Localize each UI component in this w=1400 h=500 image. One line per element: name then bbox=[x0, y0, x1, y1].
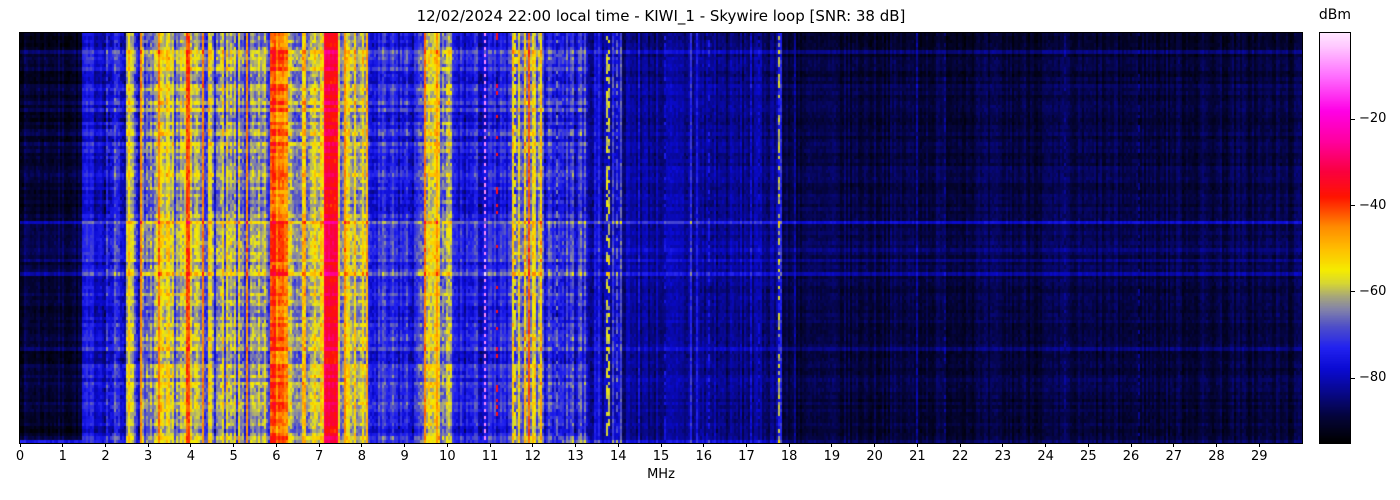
x-tick-label: 29 bbox=[1250, 449, 1268, 464]
x-tick-mark bbox=[874, 443, 876, 447]
x-tick-mark bbox=[1130, 443, 1132, 447]
x-tick-label: 12 bbox=[524, 449, 542, 464]
spectrogram-plot bbox=[19, 32, 1303, 444]
x-tick-label: 24 bbox=[1037, 449, 1054, 464]
x-tick-label: 21 bbox=[909, 449, 926, 464]
spectrogram-figure: 12/02/2024 22:00 local time - KIWI_1 - S… bbox=[0, 0, 1400, 500]
colorbar-tick-label: −20 bbox=[1359, 111, 1387, 127]
x-tick-mark bbox=[19, 443, 21, 447]
x-tick-label: 15 bbox=[652, 449, 670, 464]
x-tick-mark bbox=[361, 443, 363, 447]
x-tick-label: 20 bbox=[866, 449, 883, 464]
x-tick-label: 17 bbox=[738, 449, 755, 464]
x-tick-mark bbox=[532, 443, 534, 447]
x-tick-label: 23 bbox=[994, 449, 1012, 464]
x-tick-mark bbox=[1216, 443, 1218, 447]
x-tick-label: 28 bbox=[1208, 449, 1225, 464]
colorbar-tick-mark bbox=[1351, 205, 1355, 207]
x-tick-label: 13 bbox=[567, 449, 584, 464]
x-tick-mark bbox=[703, 443, 705, 447]
chart-title: 12/02/2024 22:00 local time - KIWI_1 - S… bbox=[416, 7, 906, 25]
colorbar-gradient-canvas bbox=[1320, 33, 1350, 443]
colorbar-tick-mark bbox=[1351, 377, 1355, 379]
colorbar-tick-label: −80 bbox=[1359, 370, 1387, 386]
x-tick-label: 25 bbox=[1080, 449, 1097, 464]
x-tick-label: 2 bbox=[101, 449, 110, 464]
colorbar-tick-mark bbox=[1351, 118, 1355, 120]
x-tick-mark bbox=[575, 443, 577, 447]
x-tick-mark bbox=[233, 443, 235, 447]
x-tick-mark bbox=[489, 443, 491, 447]
x-tick-label: 9 bbox=[400, 449, 409, 464]
x-tick-label: 3 bbox=[144, 449, 153, 464]
x-tick-label: 18 bbox=[780, 449, 798, 464]
x-tick-label: 0 bbox=[15, 449, 25, 464]
x-tick-label: 10 bbox=[439, 449, 456, 464]
x-tick-label: 26 bbox=[1122, 449, 1140, 464]
x-tick-label: 11 bbox=[481, 449, 499, 464]
x-tick-label: 5 bbox=[229, 449, 238, 464]
x-tick-mark bbox=[275, 443, 277, 447]
x-tick-label: 4 bbox=[186, 449, 196, 464]
colorbar-tick-label: −60 bbox=[1359, 283, 1387, 299]
x-tick-mark bbox=[404, 443, 406, 447]
x-tick-label: 22 bbox=[951, 449, 969, 464]
x-tick-mark bbox=[318, 443, 320, 447]
x-tick-mark bbox=[446, 443, 448, 447]
x-tick-mark bbox=[660, 443, 662, 447]
colorbar-ticks: −20 −40 −60 −80 bbox=[1351, 0, 1400, 500]
x-tick-mark bbox=[1173, 443, 1175, 447]
x-tick-mark bbox=[1087, 443, 1089, 447]
x-tick-label: 7 bbox=[314, 449, 324, 464]
x-tick-mark bbox=[916, 443, 918, 447]
x-tick-label: 1 bbox=[58, 449, 67, 464]
x-tick-mark bbox=[959, 443, 961, 447]
x-tick-label: 8 bbox=[357, 449, 366, 464]
x-tick-mark bbox=[190, 443, 192, 447]
x-axis-label: MHz bbox=[647, 467, 675, 482]
colorbar-tick-label: −40 bbox=[1359, 197, 1387, 213]
x-tick-mark bbox=[745, 443, 747, 447]
x-tick-mark bbox=[831, 443, 833, 447]
colorbar bbox=[1319, 32, 1351, 444]
x-tick-mark bbox=[147, 443, 149, 447]
x-tick-label: 14 bbox=[609, 449, 627, 464]
x-tick-mark bbox=[104, 443, 106, 447]
x-tick-label: 19 bbox=[823, 449, 841, 464]
colorbar-tick-mark bbox=[1351, 291, 1355, 293]
x-tick-label: 16 bbox=[695, 449, 712, 464]
spectrogram-canvas bbox=[20, 33, 1302, 443]
x-tick-mark bbox=[1002, 443, 1004, 447]
x-tick-mark bbox=[1045, 443, 1047, 447]
x-tick-mark bbox=[617, 443, 619, 447]
x-tick-label: 27 bbox=[1165, 449, 1183, 464]
x-tick-label: 6 bbox=[272, 449, 281, 464]
x-tick-mark bbox=[1258, 443, 1260, 447]
x-tick-mark bbox=[788, 443, 790, 447]
x-tick-mark bbox=[62, 443, 64, 447]
